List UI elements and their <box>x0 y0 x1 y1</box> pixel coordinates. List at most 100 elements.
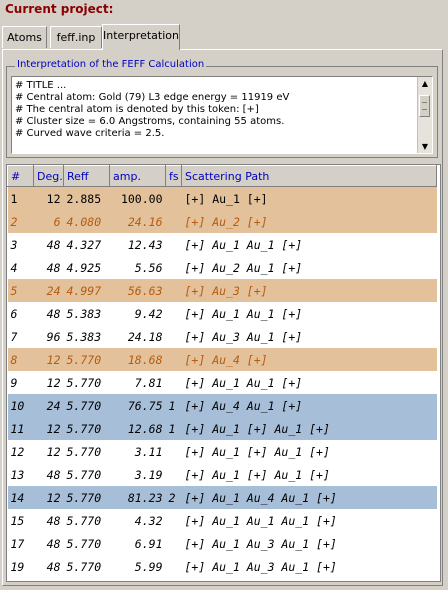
cell-amp: 81.23 <box>109 486 166 509</box>
cell-reff: 5.770 <box>63 486 110 509</box>
cell-reff: 5.770 <box>63 348 110 371</box>
column-header-path[interactable]: Scattering Path <box>181 165 437 187</box>
cell-path: [+] Au_1 Au_1 [+] <box>184 375 303 390</box>
column-header-deg[interactable]: Deg. <box>33 165 64 187</box>
cell-reff: 5.383 <box>66 329 102 344</box>
cell-fs <box>166 325 182 348</box>
column-header-amp[interactable]: amp. <box>109 165 166 187</box>
scroll-thumb[interactable] <box>419 95 430 117</box>
cell-amp: 9.42 <box>134 306 163 321</box>
scroll-down-icon[interactable]: ▼ <box>418 140 432 153</box>
cell-deg: 12 <box>33 186 64 210</box>
cell-path: [+] Au_4 Au_1 [+] <box>181 394 437 417</box>
cell-fs <box>166 555 182 578</box>
cell-path: [+] Au_4 [+] <box>181 348 437 371</box>
cell-amp: 76.75 <box>109 394 166 417</box>
tab-atoms[interactable]: Atoms <box>2 26 47 48</box>
cell-fs <box>166 302 182 325</box>
cell-num: 8 <box>7 348 34 371</box>
column-header-fs[interactable]: fs <box>165 165 182 187</box>
cell-reff: 5.770 <box>63 394 110 417</box>
text-scrollbar[interactable]: ▲ ▼ <box>417 77 432 153</box>
cell-amp: 7.81 <box>134 375 163 390</box>
cell-num: 5 <box>7 279 34 302</box>
cell-amp: 5.56 <box>134 260 163 275</box>
cell-fs: 1 <box>165 417 182 440</box>
cell-path: [+] Au_1 [+] Au_1 [+] <box>184 467 330 482</box>
paths-table: # Deg. Reff amp. fs Scattering Path 1 12 2… <box>7 165 437 578</box>
table-row[interactable]: 15 48 5.770 4.32 [+] Au_1 Au_1 Au_1 [+] <box>8 509 437 532</box>
cell-fs: 2 <box>165 486 182 509</box>
cell-num: 9 <box>10 375 18 390</box>
tab-feff-inp[interactable]: feff.inp <box>50 26 102 48</box>
table-row[interactable]: 7 96 5.383 24.18 [+] Au_3 Au_1 [+] <box>8 325 437 348</box>
cell-reff: 5.383 <box>66 306 102 321</box>
table-body: 1 12 2.885 100.00 [+] Au_1 [+] 2 6 4.080 24.16 [+… <box>7 186 437 579</box>
cell-fs <box>166 532 182 555</box>
text-line: # Cluster size = 6.0 Angstroms, containi… <box>15 116 285 127</box>
table-row[interactable]: 3 48 4.327 12.43 [+] Au_1 Au_1 [+] <box>8 233 437 256</box>
table-row[interactable]: 8 12 5.770 18.68 [+] Au_4 [+] <box>7 348 437 371</box>
cell-amp: 4.32 <box>134 513 163 528</box>
cell-deg: 48 <box>46 513 61 528</box>
scroll-up-icon[interactable]: ▲ <box>418 77 432 90</box>
cell-path: [+] Au_1 [+] <box>181 186 437 210</box>
cell-deg: 12 <box>33 486 64 509</box>
cell-reff: 4.080 <box>63 210 110 233</box>
cell-amp: 3.19 <box>134 467 163 482</box>
cell-deg: 48 <box>46 559 61 574</box>
table-row[interactable]: 6 48 5.383 9.42 [+] Au_1 Au_1 [+] <box>8 302 437 325</box>
cell-deg: 12 <box>46 444 61 459</box>
cell-num: 6 <box>10 306 18 321</box>
cell-amp: 6.91 <box>134 536 163 551</box>
cell-path: [+] Au_2 [+] <box>181 210 437 233</box>
cell-deg: 48 <box>46 306 61 321</box>
cell-fs <box>166 256 182 279</box>
cell-path: [+] Au_1 Au_3 Au_1 [+] <box>184 559 337 574</box>
cell-deg: 6 <box>33 210 64 233</box>
cell-reff: 4.997 <box>63 279 110 302</box>
table-row[interactable]: 1 12 2.885 100.00 [+] Au_1 [+] <box>7 186 437 210</box>
cell-num: 3 <box>10 237 18 252</box>
cell-deg: 12 <box>46 375 61 390</box>
cell-path: [+] Au_3 Au_1 [+] <box>184 329 303 344</box>
cell-reff: 5.770 <box>66 375 102 390</box>
column-header-num[interactable]: # <box>7 165 34 187</box>
cell-path: [+] Au_2 Au_1 [+] <box>184 260 303 275</box>
cell-num: 7 <box>10 329 18 344</box>
column-header-reff[interactable]: Reff <box>63 165 110 187</box>
cell-fs <box>165 210 182 233</box>
table-row[interactable]: 5 24 4.997 56.63 [+] Au_3 [+] <box>7 279 437 302</box>
cell-fs <box>166 440 182 463</box>
interpretation-text[interactable]: # TITLE ... # Central atom: Gold (79) L3… <box>11 76 433 154</box>
cell-num: 14 <box>7 486 34 509</box>
cell-amp: 100.00 <box>109 186 166 210</box>
table-row[interactable]: 17 48 5.770 6.91 [+] Au_1 Au_3 Au_1 [+] <box>8 532 437 555</box>
cell-deg: 12 <box>33 417 64 440</box>
paths-table-container: # Deg. Reff amp. fs Scattering Path 1 12 2… <box>6 164 441 582</box>
table-row[interactable]: 13 48 5.770 3.19 [+] Au_1 [+] Au_1 [+] <box>8 463 437 486</box>
interpretation-panel: Interpretation of the FEFF Calculation #… <box>2 49 443 586</box>
cell-amp: 3.11 <box>134 444 163 459</box>
table-row[interactable]: 12 12 5.770 3.11 [+] Au_1 [+] Au_1 [+] <box>8 440 437 463</box>
cell-amp: 12.68 <box>109 417 166 440</box>
table-row[interactable]: 10 24 5.770 76.75 1 [+] Au_4 Au_1 [+] <box>7 394 437 417</box>
table-row[interactable]: 9 12 5.770 7.81 [+] Au_1 Au_1 [+] <box>8 371 437 394</box>
cell-path: [+] Au_1 Au_1 [+] <box>184 237 303 252</box>
table-row[interactable]: 2 6 4.080 24.16 [+] Au_2 [+] <box>7 210 437 233</box>
cell-amp: 24.18 <box>127 329 163 344</box>
cell-num: 17 <box>10 536 25 551</box>
cell-reff: 5.770 <box>66 559 102 574</box>
table-row[interactable]: 11 12 5.770 12.68 1 [+] Au_1 [+] Au_1 [+] <box>7 417 437 440</box>
tab-interpretation[interactable]: Interpretation <box>102 24 180 50</box>
cell-deg: 12 <box>33 348 64 371</box>
table-row[interactable]: 19 48 5.770 5.99 [+] Au_1 Au_3 Au_1 [+] <box>8 555 437 578</box>
cell-fs <box>166 233 182 256</box>
cell-reff: 5.770 <box>66 444 102 459</box>
cell-reff: 4.925 <box>66 260 102 275</box>
cell-reff: 5.770 <box>63 417 110 440</box>
table-row[interactable]: 4 48 4.925 5.56 [+] Au_2 Au_1 [+] <box>8 256 437 279</box>
cell-path: [+] Au_1 Au_4 Au_1 [+] <box>181 486 437 509</box>
table-row[interactable]: 14 12 5.770 81.23 2 [+] Au_1 Au_4 Au_1 [+] <box>7 486 437 509</box>
cell-path: [+] Au_1 [+] Au_1 [+] <box>181 417 437 440</box>
